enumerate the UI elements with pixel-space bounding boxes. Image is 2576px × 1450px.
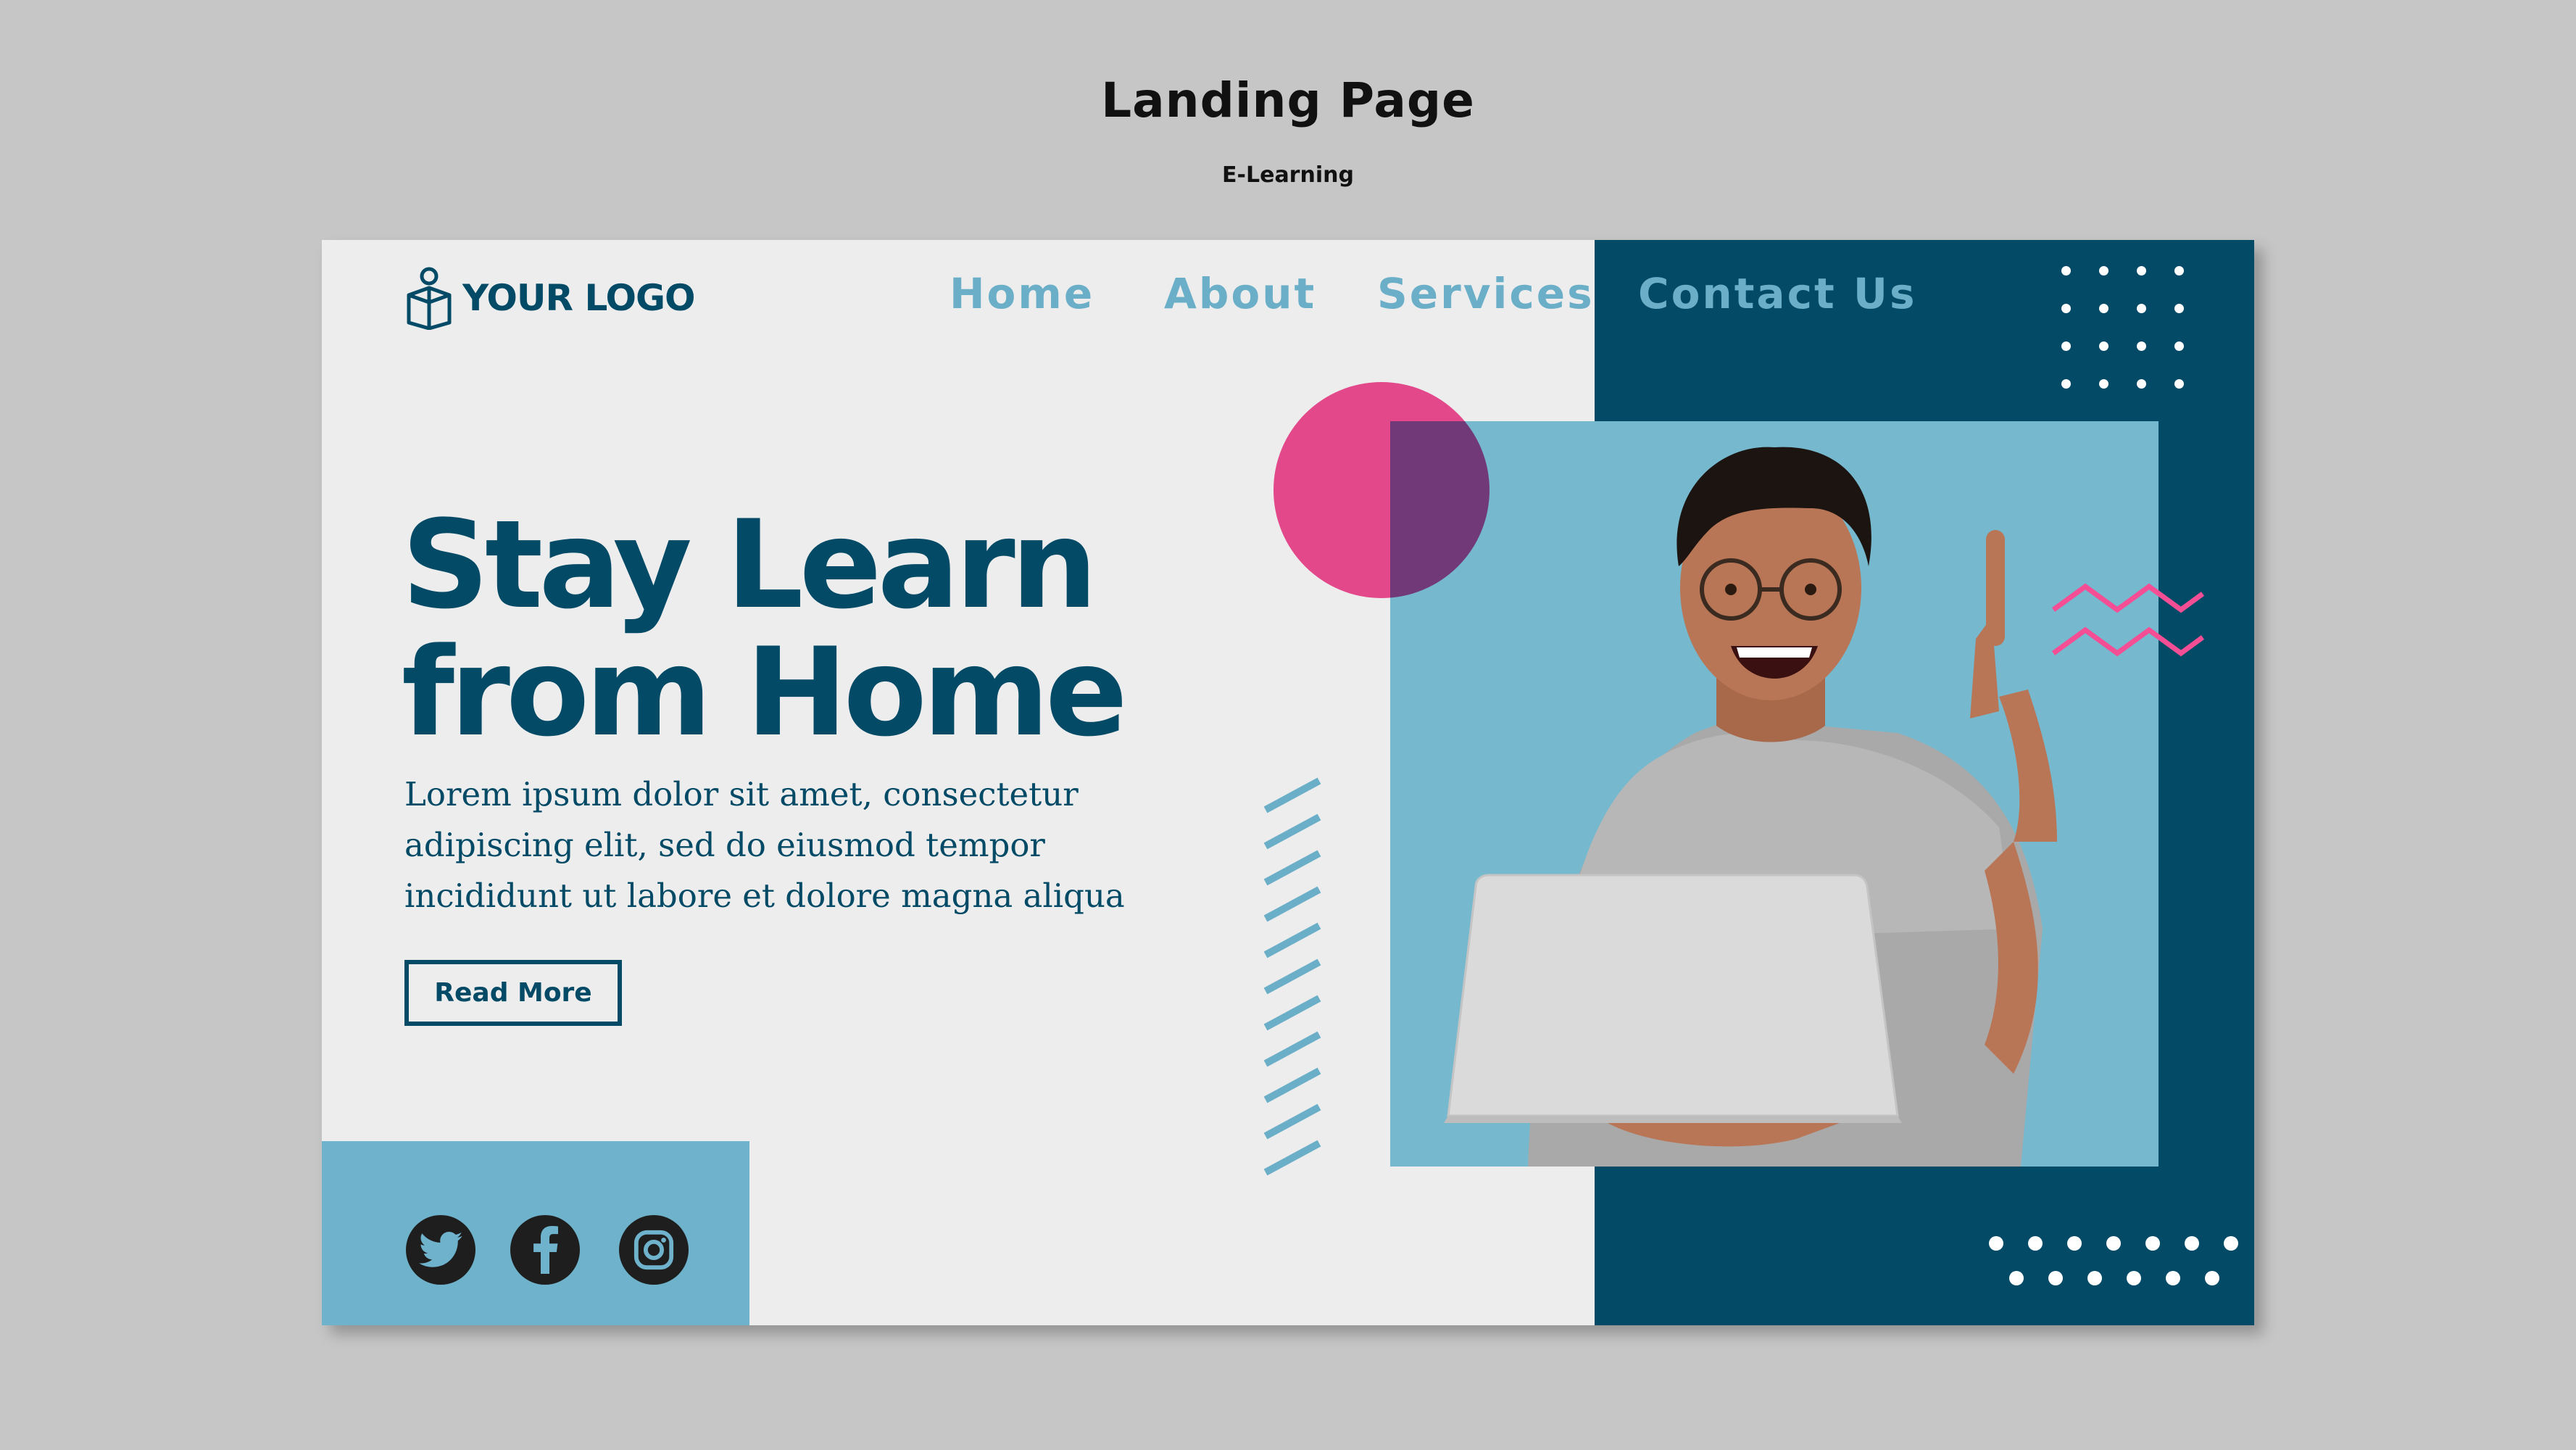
hero-description-line2: adipiscing elit, sed do eiusmod tempor (404, 826, 1045, 864)
hero-description-line1: Lorem ipsum dolor sit amet, consectetur (404, 775, 1079, 813)
twitter-icon (419, 1232, 462, 1267)
logo-text: YOUR LOGO (462, 277, 696, 319)
facebook-button[interactable] (510, 1215, 580, 1285)
hero-photo (1390, 421, 2159, 1167)
hero-title-line2: from Home (402, 621, 1128, 763)
nav-about[interactable]: About (1164, 269, 1316, 318)
hero-title: Stay Learn from Home (402, 494, 1128, 763)
diagonal-stripes-decoration (1264, 777, 1321, 1176)
page-title: Landing Page (1101, 72, 1475, 128)
instagram-icon (633, 1230, 674, 1270)
read-more-button[interactable]: Read More (404, 960, 622, 1026)
nav-services[interactable]: Services (1377, 269, 1595, 318)
nav-home[interactable]: Home (950, 269, 1094, 318)
hero-title-line1: Stay Learn (402, 494, 1097, 636)
hero-description: Lorem ipsum dolor sit amet, consectetur … (404, 769, 1202, 921)
page-subtitle: E-Learning (1222, 162, 1354, 188)
student-with-laptop-illustration (1444, 447, 2057, 1167)
instagram-button[interactable] (619, 1215, 689, 1285)
nav-contact-us[interactable]: Contact Us (1638, 269, 1917, 318)
twitter-button[interactable] (406, 1215, 475, 1285)
book-reader-icon (407, 267, 452, 330)
logo[interactable]: YOUR LOGO (403, 266, 696, 330)
hero-description-line3: incididunt ut labore et dolore magna ali… (404, 877, 1125, 915)
zigzag-decoration (2051, 583, 2205, 657)
landing-page-mockup: YOUR LOGO Home About Services Contact Us… (322, 240, 2254, 1325)
pink-circle-decoration (1274, 382, 1489, 598)
facebook-icon (533, 1226, 558, 1274)
